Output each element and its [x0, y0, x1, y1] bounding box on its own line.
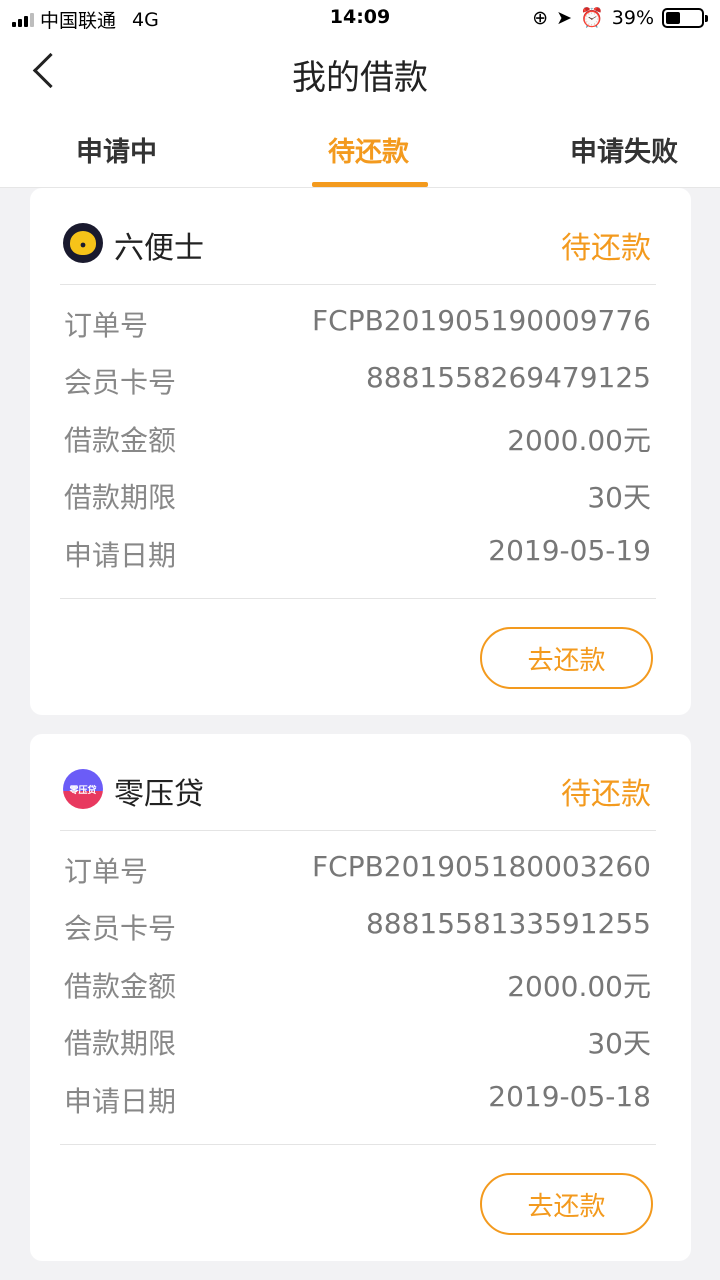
alarm-icon: ⏰	[580, 7, 604, 29]
apply-date-row: 申请日期 2019-05-19	[64, 534, 651, 574]
location-icon: ➤	[556, 6, 573, 29]
header: 中国联通 4G 14:09 ⊕ ➤ ⏰ 39% 我的借款 申请中 待还款 申请失…	[0, 0, 720, 188]
loan-status: 待还款	[561, 231, 651, 266]
logo-text: 零压贷	[69, 785, 97, 796]
rotation-lock-icon: ⊕	[532, 6, 549, 29]
field-value: 2000.00元	[507, 970, 651, 1003]
loan-status: 待还款	[561, 777, 651, 812]
divider	[60, 284, 656, 285]
field-label: 借款金额	[64, 970, 177, 1003]
field-label: 会员卡号	[64, 912, 177, 945]
field-value: FCPB201905190009776	[312, 304, 651, 337]
loan-term-row: 借款期限 30天	[64, 476, 651, 516]
field-label: 订单号	[64, 855, 149, 888]
apply-date-row: 申请日期 2019-05-18	[64, 1080, 651, 1120]
page-title: 我的借款	[292, 58, 428, 98]
field-value: 30天	[587, 1027, 651, 1060]
field-label: 申请日期	[64, 539, 177, 572]
field-value: 2019-05-18	[488, 1080, 651, 1113]
order-number-row: 订单号 FCPB201905180003260	[64, 850, 651, 890]
lender-name: 六便士	[114, 231, 204, 266]
divider	[60, 1144, 656, 1145]
repay-button[interactable]: 去还款	[480, 627, 653, 689]
divider	[60, 598, 656, 599]
loan-amount-row: 借款金额 2000.00元	[64, 965, 651, 1005]
tab-applying[interactable]: 申请中	[76, 130, 157, 169]
loan-amount-row: 借款金额 2000.00元	[64, 419, 651, 459]
field-value: 8881558269479125	[365, 361, 651, 394]
field-label: 会员卡号	[64, 366, 177, 399]
tab-pending-repayment[interactable]: 待还款	[328, 130, 409, 169]
active-tab-indicator	[312, 182, 428, 187]
field-value: 2019-05-19	[488, 534, 651, 567]
loan-card: 零压贷 零压贷 待还款 订单号 FCPB201905180003260 会员卡号…	[30, 734, 691, 1261]
lingyadai-logo-icon: 零压贷	[63, 769, 103, 809]
field-value: 8881558133591255	[365, 907, 651, 940]
battery-percent: 39%	[611, 6, 654, 29]
status-bar: 中国联通 4G 14:09 ⊕ ➤ ⏰ 39%	[0, 0, 720, 36]
loan-card: 六便士 待还款 订单号 FCPB201905190009776 会员卡号 888…	[30, 188, 691, 715]
loan-term-row: 借款期限 30天	[64, 1022, 651, 1062]
field-label: 订单号	[64, 309, 149, 342]
tab-failed[interactable]: 申请失败	[570, 130, 678, 169]
field-label: 借款金额	[64, 424, 177, 457]
field-value: 2000.00元	[507, 424, 651, 457]
field-label: 借款期限	[64, 481, 177, 514]
divider	[60, 830, 656, 831]
field-label: 借款期限	[64, 1027, 177, 1060]
member-card-row: 会员卡号 8881558269479125	[64, 361, 651, 401]
field-value: 30天	[587, 481, 651, 514]
lender-name: 零压贷	[114, 777, 204, 812]
liubianshi-logo-icon	[63, 223, 103, 263]
repay-button[interactable]: 去还款	[480, 1173, 653, 1235]
member-card-row: 会员卡号 8881558133591255	[64, 907, 651, 947]
field-value: FCPB201905180003260	[312, 850, 651, 883]
field-label: 申请日期	[64, 1085, 177, 1118]
order-number-row: 订单号 FCPB201905190009776	[64, 304, 651, 344]
battery-icon	[662, 7, 708, 28]
